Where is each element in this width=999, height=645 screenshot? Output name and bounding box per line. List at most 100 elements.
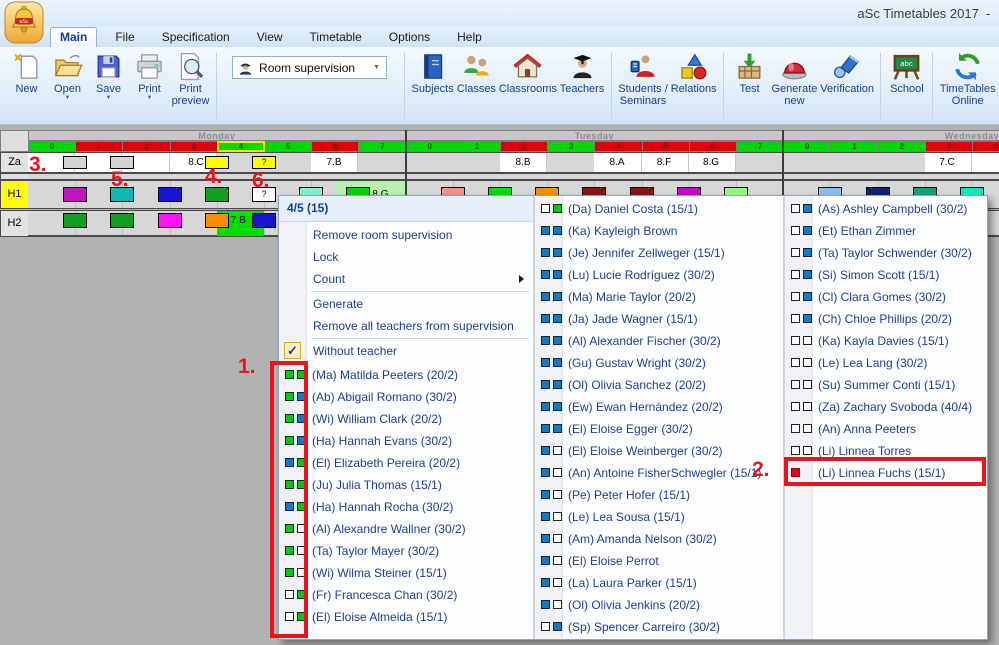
tab-timetable[interactable]: Timetable <box>301 28 371 47</box>
print-button[interactable]: Print▼ <box>131 51 168 102</box>
period-header-4[interactable]: 4 <box>972 141 999 152</box>
teachers-button[interactable]: Teachers <box>560 51 604 95</box>
menu-teacher-item[interactable]: (Je) Jennifer Zellweger (15/1) <box>535 242 785 264</box>
menu-teacher-item[interactable]: (Le) Lea Sousa (15/1) <box>535 506 785 528</box>
period-header-3[interactable]: 3 <box>925 141 973 152</box>
save-button[interactable]: Save▼ <box>90 51 127 102</box>
menu-teacher-item[interactable]: (Si) Simon Scott (15/1) <box>785 264 989 286</box>
menu-teacher-item[interactable]: (As) Ashley Campbell (30/2) <box>785 198 989 220</box>
dropdown-arrow-icon[interactable]: ▼ <box>65 95 71 102</box>
menu-teacher-item[interactable]: (An) Anna Peeters <box>785 418 989 440</box>
menu-teacher-item[interactable]: (Su) Summer Conti (15/1) <box>785 374 989 396</box>
menu-teacher-item[interactable]: (Ma) Matilda Peeters (20/2) <box>279 364 533 386</box>
generate-new-button[interactable]: Generate new <box>772 51 817 107</box>
menu-teacher-item[interactable]: (Da) Daniel Costa (15/1) <box>535 198 785 220</box>
menu-teacher-item[interactable]: (Al) Alexander Fischer (30/2) <box>535 330 785 352</box>
view-mode-dropdown[interactable]: Room supervision▼ <box>232 56 387 79</box>
school-button[interactable]: abcSchool <box>888 51 925 95</box>
print-preview-button[interactable]: Print preview <box>172 51 209 107</box>
menu-item[interactable]: Count <box>279 268 533 290</box>
period-header-1[interactable]: 1 <box>453 141 501 152</box>
students-seminars-button[interactable]: Students / Seminars <box>619 51 667 107</box>
supervision-box[interactable] <box>205 213 229 228</box>
menu-teacher-item[interactable]: (La) Laura Parker (15/1) <box>535 572 785 594</box>
period-header-4[interactable]: 4 <box>217 141 265 152</box>
menu-teacher-item[interactable]: (Ol) Olivia Sanchez (20/2) <box>535 374 785 396</box>
checked-checkbox-icon[interactable]: ✓ <box>284 342 301 359</box>
tab-options[interactable]: Options <box>380 28 439 47</box>
menu-teacher-item[interactable]: (El) Elizabeth Pereira (20/2) <box>279 452 533 474</box>
menu-item[interactable]: Remove room supervision <box>279 224 533 246</box>
menu-teacher-item[interactable]: (Le) Lea Lang (30/2) <box>785 352 989 374</box>
tab-help[interactable]: Help <box>448 28 491 47</box>
menu-teacher-item[interactable]: (El) Eloise Egger (30/2) <box>535 418 785 440</box>
menu-teacher-item[interactable]: (Ch) Chloe Phillips (20/2) <box>785 308 989 330</box>
period-header-6[interactable]: 6 <box>689 141 737 152</box>
menu-teacher-item[interactable]: (Ha) Hannah Rocha (30/2) <box>279 496 533 518</box>
tab-view[interactable]: View <box>248 28 292 47</box>
period-header-3[interactable]: 3 <box>170 141 218 152</box>
period-header-2[interactable]: 2 <box>122 141 170 152</box>
menu-teacher-item[interactable]: (El) Eloise Weinberger (30/2) <box>535 440 785 462</box>
period-header-0[interactable]: 0 <box>783 141 831 152</box>
menu-teacher-item[interactable]: (Ja) Jade Wagner (15/1) <box>535 308 785 330</box>
menu-teacher-item[interactable]: (Wi) Wilma Steiner (15/1) <box>279 562 533 584</box>
supervision-box[interactable] <box>158 187 182 202</box>
subjects-button[interactable]: Subjects <box>412 51 453 95</box>
menu-teacher-item[interactable]: (An) Antoine FisherSchwegler (15/1) <box>535 462 785 484</box>
menu-item[interactable]: Lock <box>279 246 533 268</box>
za-cell[interactable] <box>972 153 999 172</box>
menu-teacher-item[interactable]: (Ma) Marie Taylor (20/2) <box>535 286 785 308</box>
menu-teacher-item[interactable]: (Cl) Clara Gomes (30/2) <box>785 286 989 308</box>
menu-teacher-item[interactable]: (Ab) Abigail Romano (30/2) <box>279 386 533 408</box>
tab-file[interactable]: File <box>106 28 143 47</box>
supervision-box[interactable] <box>63 213 87 228</box>
supervision-box[interactable] <box>205 187 229 202</box>
tab-specification[interactable]: Specification <box>153 28 239 47</box>
period-header-6[interactable]: 6 <box>311 141 359 152</box>
menu-teacher-item[interactable]: (Ka) Kayleigh Brown <box>535 220 785 242</box>
open-button[interactable]: Open▼ <box>49 51 86 102</box>
menu-teacher-item[interactable]: (Ta) Taylor Mayer (30/2) <box>279 540 533 562</box>
test-button[interactable]: Test <box>731 51 768 95</box>
new-button[interactable]: New <box>8 51 45 95</box>
menu-teacher-item[interactable]: (Ew) Ewan Hernández (20/2) <box>535 396 785 418</box>
menu-item[interactable]: Remove all teachers from supervision <box>279 315 533 337</box>
menu-teacher-item[interactable]: (Pe) Peter Hofer (15/1) <box>535 484 785 506</box>
za-supervision-box[interactable] <box>63 156 87 169</box>
menu-item[interactable]: Without teacher✓ <box>279 340 533 362</box>
menu-teacher-item[interactable]: (Lu) Lucie Rodríguez (30/2) <box>535 264 785 286</box>
za-supervision-box[interactable]: ? <box>252 156 276 169</box>
menu-item[interactable]: Generate <box>279 293 533 315</box>
period-header-4[interactable]: 4 <box>594 141 642 152</box>
menu-teacher-item[interactable]: (Ol) Olivia Jenkins (20/2) <box>535 594 785 616</box>
menu-teacher-item[interactable]: (Fr) Francesca Chan (30/2) <box>279 584 533 606</box>
menu-teacher-item[interactable]: (El) Eloise Perrot <box>535 550 785 572</box>
menu-teacher-item[interactable]: (Ju) Julia Thomas (15/1) <box>279 474 533 496</box>
period-header-1[interactable]: 1 <box>75 141 123 152</box>
tab-main[interactable]: Main <box>50 27 97 47</box>
period-header-7[interactable]: 7 <box>358 141 406 152</box>
classrooms-button[interactable]: Classrooms <box>499 51 556 95</box>
period-header-1[interactable]: 1 <box>830 141 878 152</box>
menu-teacher-item[interactable]: (Ta) Taylor Schwender (30/2) <box>785 242 989 264</box>
menu-teacher-item[interactable]: (Al) Alexandre Wallner (30/2) <box>279 518 533 540</box>
period-header-0[interactable]: 0 <box>406 141 454 152</box>
verification-button[interactable]: Verification <box>821 51 874 95</box>
supervision-box[interactable] <box>110 213 134 228</box>
period-header-3[interactable]: 3 <box>547 141 595 152</box>
menu-teacher-item[interactable]: (Za) Zachary Svoboda (40/4) <box>785 396 989 418</box>
period-header-2[interactable]: 2 <box>878 141 926 152</box>
menu-teacher-item[interactable]: (Ka) Kayla Davies (15/1) <box>785 330 989 352</box>
asc-logo-icon[interactable]: aSc <box>4 1 44 46</box>
period-header-5[interactable]: 5 <box>642 141 690 152</box>
menu-teacher-item[interactable]: (Gu) Gustav Wright (30/2) <box>535 352 785 374</box>
dropdown-arrow-icon[interactable]: ▼ <box>147 95 153 102</box>
menu-teacher-item[interactable]: (Et) Ethan Zimmer <box>785 220 989 242</box>
menu-teacher-item[interactable]: (Am) Amanda Nelson (30/2) <box>535 528 785 550</box>
menu-teacher-item[interactable]: (El) Eloise Almeida (15/1) <box>279 606 533 628</box>
supervision-box[interactable] <box>158 213 182 228</box>
timetables-online-button[interactable]: TimeTables Online <box>940 51 995 107</box>
period-header-7[interactable]: 7 <box>736 141 784 152</box>
supervision-box[interactable] <box>252 213 276 228</box>
